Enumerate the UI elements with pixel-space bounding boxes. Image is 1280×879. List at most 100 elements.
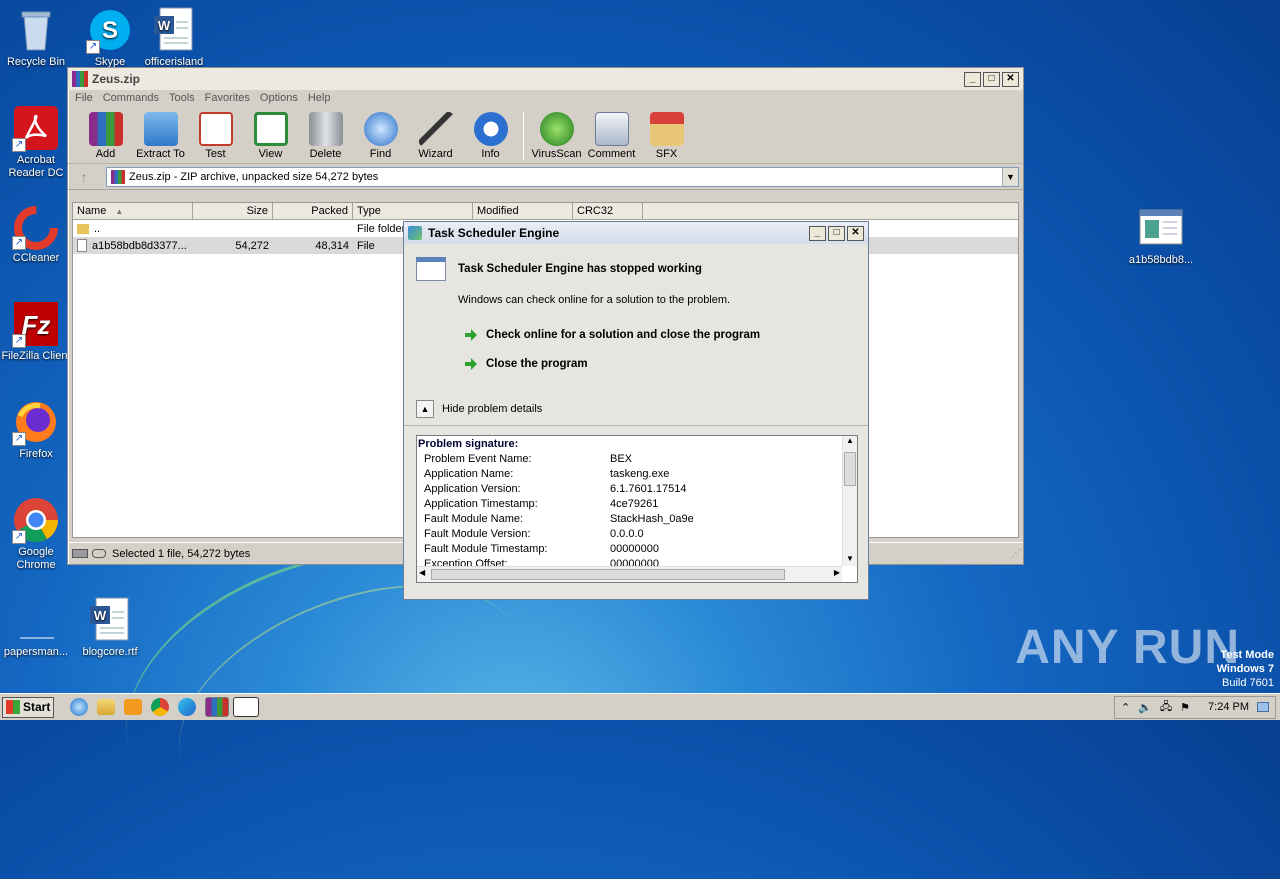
problem-details-box[interactable]: Problem signature: Problem Event Name: BE… [416, 435, 858, 583]
close-program-button[interactable]: Close the program [464, 349, 856, 378]
desktop-icon-blogcore[interactable]: W blogcore.rtf [72, 596, 148, 659]
comment-button[interactable]: Comment [584, 112, 639, 160]
toolbar-separator [523, 112, 524, 160]
menu-help[interactable]: Help [305, 90, 338, 108]
desktop-icon-label: FileZilla Client [1, 350, 71, 362]
desktop-icon-chrome[interactable]: ↗ Google Chrome [0, 496, 74, 572]
close-button[interactable]: ✕ [1002, 71, 1019, 87]
menu-file[interactable]: File [72, 90, 100, 108]
edge-icon[interactable] [178, 698, 196, 716]
show-desktop-icon[interactable] [1257, 702, 1269, 712]
tool-label: SFX [655, 148, 678, 160]
winrar-taskbar-icon[interactable] [205, 697, 229, 717]
chrome-taskbar-icon[interactable] [151, 698, 169, 716]
hscroll-thumb[interactable] [431, 569, 785, 580]
row-packed: 48,314 [315, 239, 349, 252]
desktop-icon-firefox[interactable]: ↗ Firefox [0, 398, 74, 461]
test-button[interactable]: Test [188, 112, 243, 160]
desktop-icon-recycle-bin[interactable]: Recycle Bin [0, 6, 74, 69]
option-label: Check online for a solution and close th… [486, 328, 761, 341]
menu-options[interactable]: Options [257, 90, 305, 108]
view-button[interactable]: View [243, 112, 298, 160]
sfx-button[interactable]: SFX [639, 112, 694, 160]
horizontal-scrollbar[interactable]: ◀ ▶ [417, 566, 842, 582]
check-online-button[interactable]: Check online for a solution and close th… [464, 320, 856, 349]
skype-icon: S ↗ [86, 6, 134, 54]
resize-grip-icon[interactable]: ⋰ [1011, 548, 1021, 559]
network-icon[interactable]: 🖧 [1160, 698, 1172, 717]
address-bar[interactable]: Zeus.zip - ZIP archive, unpacked size 54… [106, 166, 1019, 187]
delete-button[interactable]: Delete [298, 112, 353, 160]
dialog-maximize-button[interactable]: □ [828, 225, 845, 241]
chevron-down-icon[interactable]: ▼ [1002, 167, 1018, 186]
dialog-minimize-button[interactable]: _ [809, 225, 826, 241]
folder-up-icon [77, 223, 89, 234]
clock[interactable]: 7:24 PM [1208, 701, 1249, 713]
desktop-icon-papersman[interactable]: papersman... [0, 596, 74, 659]
ie-icon[interactable] [70, 698, 88, 716]
wizard-button[interactable]: Wizard [408, 112, 463, 160]
menu-tools[interactable]: Tools [166, 90, 202, 108]
show-hidden-icons-icon[interactable]: ⌃ [1121, 701, 1130, 714]
firefox-icon: ↗ [12, 398, 60, 446]
add-archive-icon [88, 112, 123, 146]
column-size[interactable]: Size [193, 203, 273, 219]
address-text: Zeus.zip - ZIP archive, unpacked size 54… [129, 170, 379, 183]
vertical-scrollbar[interactable]: ▲ ▼ [842, 436, 857, 566]
minimize-button[interactable]: _ [964, 71, 981, 87]
menu-favorites[interactable]: Favorites [202, 90, 257, 108]
sfx-box-icon [649, 112, 684, 146]
desktop-icon-a1b58bdb8[interactable]: a1b58bdb8... [1123, 204, 1199, 267]
up-arrow-icon[interactable]: ↑ [72, 169, 96, 185]
chevron-up-icon[interactable]: ▲ [416, 400, 434, 418]
desktop-icon-label: a1b58bdb8... [1128, 254, 1194, 266]
desktop-icon-filezilla[interactable]: Fz ↗ FileZilla Client [0, 300, 74, 363]
extract-to-button[interactable]: Extract To [133, 112, 188, 160]
shortcut-arrow-icon: ↗ [86, 40, 100, 54]
error-dialog[interactable]: Task Scheduler Engine _ □ ✕ Task Schedul… [403, 221, 869, 600]
column-crc32[interactable]: CRC32 [573, 203, 643, 219]
start-button[interactable]: Start [2, 696, 54, 718]
column-type[interactable]: Type [353, 203, 473, 219]
volume-icon[interactable]: 🔈 [1138, 701, 1152, 714]
action-center-flag-icon[interactable]: ⚑ [1180, 701, 1190, 714]
detail-row: Fault Module Timestamp: 00000000 [424, 543, 659, 555]
task-scheduler-taskbar-icon[interactable] [233, 697, 259, 717]
tool-label: Test [205, 148, 226, 160]
column-packed[interactable]: Packed [273, 203, 353, 219]
desktop-icon-ccleaner[interactable]: ↗ CCleaner [0, 202, 74, 265]
hide-details-toggle[interactable]: ▲ Hide problem details [416, 400, 856, 418]
desktop-icon-label: Acrobat Reader DC [8, 154, 64, 179]
desktop-icon-acrobat[interactable]: ↗ Acrobat Reader DC [0, 104, 74, 180]
anyrun-watermark: ANY RUN [1015, 621, 1240, 674]
media-player-icon[interactable] [124, 699, 142, 715]
archive-icon [111, 169, 125, 184]
test-mode-label: Test Mode Windows 7 Build 7601 [1216, 649, 1274, 689]
row-name: a1b58bdb8d3377... [92, 239, 187, 252]
dialog-close-button[interactable]: ✕ [847, 225, 864, 241]
detail-row: Fault Module Name: StackHash_0a9e [424, 513, 694, 525]
column-modified[interactable]: Modified [473, 203, 573, 219]
info-button[interactable]: Info [463, 112, 518, 160]
tool-label: View [258, 148, 283, 160]
winrar-titlebar[interactable]: Zeus.zip _ □ ✕ [68, 68, 1023, 90]
maximize-button[interactable]: □ [983, 71, 1000, 87]
virusscan-button[interactable]: VirusScan [529, 112, 584, 160]
add-button[interactable]: Add [78, 112, 133, 160]
menu-commands[interactable]: Commands [100, 90, 166, 108]
scroll-thumb[interactable] [844, 452, 856, 486]
shortcut-arrow-icon: ↗ [12, 432, 26, 446]
tool-label: Info [481, 148, 500, 160]
magic-wand-icon [418, 112, 453, 146]
address-row: ↑ Zeus.zip - ZIP archive, unpacked size … [68, 164, 1023, 190]
find-button[interactable]: Find [353, 112, 408, 160]
desktop-icon-officerisland[interactable]: W officerisland [136, 6, 212, 69]
tool-label: Extract To [136, 148, 185, 160]
word-document-icon: W [150, 6, 198, 54]
green-arrow-icon [464, 357, 478, 371]
explorer-folder-icon[interactable] [97, 699, 115, 715]
winrar-toolbar: Add Extract To Test View Delete Find Wiz… [68, 108, 1023, 164]
dialog-titlebar[interactable]: Task Scheduler Engine _ □ ✕ [404, 222, 868, 244]
column-name[interactable]: Name ▲ [73, 203, 193, 219]
word-document-icon: W [86, 596, 134, 644]
